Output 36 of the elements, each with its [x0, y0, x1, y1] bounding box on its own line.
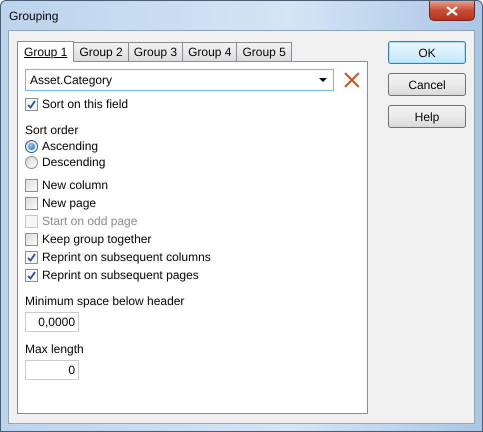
section-label: Sort order — [25, 122, 80, 138]
checkbox-label: Keep group together — [42, 232, 152, 246]
checkbox-label: New page — [42, 196, 96, 210]
input-field[interactable]: 0,0000 — [25, 312, 79, 332]
dialog-button[interactable]: Cancel — [388, 73, 466, 96]
tab[interactable]: Group 4 — [182, 42, 238, 61]
tab[interactable]: Group 3 — [128, 42, 184, 61]
radio-button[interactable] — [25, 156, 38, 168]
radio-button[interactable] — [25, 140, 38, 152]
radio-label: Ascending — [42, 139, 98, 153]
window-title: Grouping — [8, 8, 58, 22]
input-label: Max length — [25, 341, 85, 357]
checkbox-label: New column — [42, 178, 108, 192]
tab[interactable]: Group 2 — [73, 42, 129, 61]
field-dropdown[interactable]: Asset.Category — [25, 69, 334, 91]
checkbox[interactable] — [25, 98, 38, 110]
checkbox[interactable] — [25, 178, 38, 192]
checkbox[interactable] — [25, 232, 38, 246]
checkbox-label: Reprint on subsequent columns — [42, 250, 211, 264]
input-field[interactable]: 0 — [25, 360, 79, 380]
checkbox-label: Sort on this field — [42, 97, 128, 111]
checkbox[interactable] — [25, 196, 38, 210]
radio-label: Descending — [42, 155, 106, 169]
dialog-button[interactable]: OK — [388, 41, 466, 64]
tab[interactable]: Group 1 — [17, 41, 74, 62]
checkbox[interactable] — [25, 268, 38, 282]
caret-icon — [319, 78, 328, 82]
delete-icon[interactable] — [344, 72, 360, 88]
close-icon — [446, 6, 458, 16]
checkbox-label: Start on odd page — [42, 214, 138, 228]
dialog-button[interactable]: Help — [388, 105, 466, 128]
tab[interactable]: Group 5 — [236, 42, 292, 61]
close-button[interactable] — [429, 1, 475, 21]
checkbox[interactable] — [25, 250, 38, 264]
checkbox-label: Reprint on subsequent pages — [42, 268, 199, 282]
input-label: Minimum space below header — [25, 293, 186, 309]
